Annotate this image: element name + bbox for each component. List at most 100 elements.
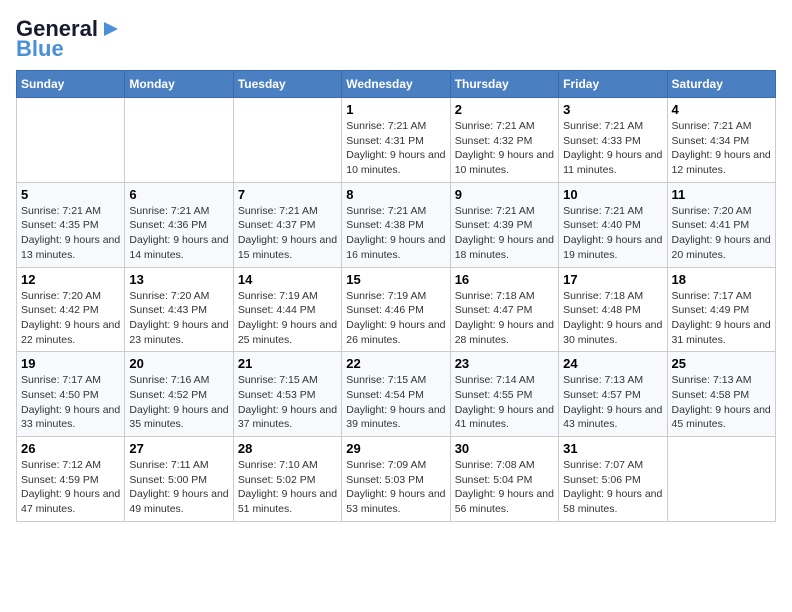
logo: General Blue [16,16,122,62]
calendar-cell [233,98,341,183]
cell-content: Sunrise: 7:20 AM Sunset: 4:41 PM Dayligh… [672,204,771,263]
calendar-cell: 7 Sunrise: 7:21 AM Sunset: 4:37 PM Daylig… [233,182,341,267]
cell-content: Sunrise: 7:21 AM Sunset: 4:31 PM Dayligh… [346,119,445,178]
calendar-cell: 18 Sunrise: 7:17 AM Sunset: 4:49 PM Dayli… [667,267,775,352]
day-number: 12 [21,272,120,287]
calendar-table: SundayMondayTuesdayWednesdayThursdayFrid… [16,70,776,522]
calendar-cell [667,437,775,522]
day-number: 23 [455,356,554,371]
calendar-cell: 3 Sunrise: 7:21 AM Sunset: 4:33 PM Daylig… [559,98,667,183]
day-number: 17 [563,272,662,287]
calendar-cell [125,98,233,183]
calendar-cell: 2Sunrise: 7:21 AM Sunset: 4:32 PM Daylig… [450,98,558,183]
cell-content: Sunrise: 7:12 AM Sunset: 4:59 PM Dayligh… [21,458,120,517]
calendar-cell: 20Sunrise: 7:16 AM Sunset: 4:52 PM Dayli… [125,352,233,437]
day-number: 30 [455,441,554,456]
day-number: 4 [672,102,771,117]
cell-content: Sunrise: 7:21 AM Sunset: 4:38 PM Dayligh… [346,204,445,263]
cell-content: Sunrise: 7:15 AM Sunset: 4:54 PM Dayligh… [346,373,445,432]
day-number: 11 [672,187,771,202]
day-number: 2 [455,102,554,117]
cell-content: Sunrise: 7:21 AM Sunset: 4:39 PM Dayligh… [455,204,554,263]
cell-content: Sunrise: 7:09 AM Sunset: 5:03 PM Dayligh… [346,458,445,517]
day-number: 19 [21,356,120,371]
day-number: 13 [129,272,228,287]
day-number: 1 [346,102,445,117]
week-row-5: 26Sunrise: 7:12 AM Sunset: 4:59 PM Dayli… [17,437,776,522]
day-number: 31 [563,441,662,456]
calendar-cell: 29 Sunrise: 7:09 AM Sunset: 5:03 PM Dayli… [342,437,450,522]
day-number: 25 [672,356,771,371]
day-number: 18 [672,272,771,287]
day-number: 8 [346,187,445,202]
cell-content: Sunrise: 7:21 AM Sunset: 4:37 PM Dayligh… [238,204,337,263]
cell-content: Sunrise: 7:20 AM Sunset: 4:42 PM Dayligh… [21,289,120,348]
calendar-cell: 25 Sunrise: 7:13 AM Sunset: 4:58 PM Dayli… [667,352,775,437]
cell-content: Sunrise: 7:13 AM Sunset: 4:58 PM Dayligh… [672,373,771,432]
week-row-1: 1 Sunrise: 7:21 AM Sunset: 4:31 PM Daylig… [17,98,776,183]
column-header-wednesday: Wednesday [342,71,450,98]
cell-content: Sunrise: 7:11 AM Sunset: 5:00 PM Dayligh… [129,458,228,517]
cell-content: Sunrise: 7:21 AM Sunset: 4:33 PM Dayligh… [563,119,662,178]
calendar-cell: 21 Sunrise: 7:15 AM Sunset: 4:53 PM Dayli… [233,352,341,437]
cell-content: Sunrise: 7:19 AM Sunset: 4:46 PM Dayligh… [346,289,445,348]
column-header-monday: Monday [125,71,233,98]
cell-content: Sunrise: 7:17 AM Sunset: 4:49 PM Dayligh… [672,289,771,348]
column-header-sunday: Sunday [17,71,125,98]
logo-arrow-icon [100,18,122,40]
calendar-cell: 26Sunrise: 7:12 AM Sunset: 4:59 PM Dayli… [17,437,125,522]
day-number: 6 [129,187,228,202]
calendar-cell: 17 Sunrise: 7:18 AM Sunset: 4:48 PM Dayli… [559,267,667,352]
cell-content: Sunrise: 7:21 AM Sunset: 4:40 PM Dayligh… [563,204,662,263]
calendar-cell: 4 Sunrise: 7:21 AM Sunset: 4:34 PM Daylig… [667,98,775,183]
cell-content: Sunrise: 7:10 AM Sunset: 5:02 PM Dayligh… [238,458,337,517]
day-number: 22 [346,356,445,371]
calendar-cell: 5Sunrise: 7:21 AM Sunset: 4:35 PM Daylig… [17,182,125,267]
column-header-tuesday: Tuesday [233,71,341,98]
column-header-saturday: Saturday [667,71,775,98]
cell-content: Sunrise: 7:15 AM Sunset: 4:53 PM Dayligh… [238,373,337,432]
cell-content: Sunrise: 7:13 AM Sunset: 4:57 PM Dayligh… [563,373,662,432]
calendar-cell: 31 Sunrise: 7:07 AM Sunset: 5:06 PM Dayli… [559,437,667,522]
calendar-cell: 14Sunrise: 7:19 AM Sunset: 4:44 PM Dayli… [233,267,341,352]
cell-content: Sunrise: 7:18 AM Sunset: 4:48 PM Dayligh… [563,289,662,348]
day-number: 29 [346,441,445,456]
cell-content: Sunrise: 7:18 AM Sunset: 4:47 PM Dayligh… [455,289,554,348]
cell-content: Sunrise: 7:14 AM Sunset: 4:55 PM Dayligh… [455,373,554,432]
header-row: SundayMondayTuesdayWednesdayThursdayFrid… [17,71,776,98]
day-number: 7 [238,187,337,202]
day-number: 9 [455,187,554,202]
calendar-cell: 27Sunrise: 7:11 AM Sunset: 5:00 PM Dayli… [125,437,233,522]
column-header-friday: Friday [559,71,667,98]
logo-blue-text: Blue [16,36,64,62]
cell-content: Sunrise: 7:21 AM Sunset: 4:35 PM Dayligh… [21,204,120,263]
day-number: 21 [238,356,337,371]
day-number: 15 [346,272,445,287]
calendar-cell: 28 Sunrise: 7:10 AM Sunset: 5:02 PM Dayli… [233,437,341,522]
cell-content: Sunrise: 7:20 AM Sunset: 4:43 PM Dayligh… [129,289,228,348]
column-header-thursday: Thursday [450,71,558,98]
cell-content: Sunrise: 7:08 AM Sunset: 5:04 PM Dayligh… [455,458,554,517]
day-number: 28 [238,441,337,456]
cell-content: Sunrise: 7:07 AM Sunset: 5:06 PM Dayligh… [563,458,662,517]
calendar-cell: 19Sunrise: 7:17 AM Sunset: 4:50 PM Dayli… [17,352,125,437]
calendar-cell: 11 Sunrise: 7:20 AM Sunset: 4:41 PM Dayli… [667,182,775,267]
calendar-cell: 23 Sunrise: 7:14 AM Sunset: 4:55 PM Dayli… [450,352,558,437]
day-number: 10 [563,187,662,202]
calendar-cell: 15 Sunrise: 7:19 AM Sunset: 4:46 PM Dayli… [342,267,450,352]
day-number: 24 [563,356,662,371]
calendar-cell: 24 Sunrise: 7:13 AM Sunset: 4:57 PM Dayli… [559,352,667,437]
day-number: 3 [563,102,662,117]
cell-content: Sunrise: 7:21 AM Sunset: 4:34 PM Dayligh… [672,119,771,178]
page-header: General Blue [16,16,776,62]
calendar-cell [17,98,125,183]
week-row-2: 5Sunrise: 7:21 AM Sunset: 4:35 PM Daylig… [17,182,776,267]
day-number: 16 [455,272,554,287]
calendar-cell: 1 Sunrise: 7:21 AM Sunset: 4:31 PM Daylig… [342,98,450,183]
calendar-cell: 10 Sunrise: 7:21 AM Sunset: 4:40 PM Dayli… [559,182,667,267]
day-number: 20 [129,356,228,371]
week-row-4: 19Sunrise: 7:17 AM Sunset: 4:50 PM Dayli… [17,352,776,437]
calendar-cell: 6Sunrise: 7:21 AM Sunset: 4:36 PM Daylig… [125,182,233,267]
calendar-cell: 16 Sunrise: 7:18 AM Sunset: 4:47 PM Dayli… [450,267,558,352]
calendar-cell: 12 Sunrise: 7:20 AM Sunset: 4:42 PM Dayli… [17,267,125,352]
